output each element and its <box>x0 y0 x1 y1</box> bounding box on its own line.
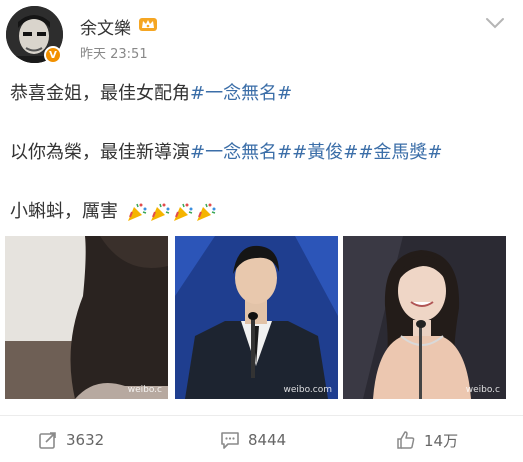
footer-divider <box>0 415 523 416</box>
comment-count: 8444 <box>248 431 287 449</box>
comment-button[interactable]: 8444 <box>220 428 286 452</box>
emoji-row <box>126 201 217 223</box>
like-count: 14万 <box>424 431 459 450</box>
post-text: 恭喜金姐，最佳女配角 <box>10 83 190 104</box>
post-line-1: 恭喜金姐，最佳女配角#一念無名# <box>10 82 292 106</box>
party-popper-icon <box>196 203 216 221</box>
post-timestamp[interactable]: 昨天 23:51 <box>80 43 148 62</box>
post-text: 小蝌蚪，厲害 <box>10 201 118 222</box>
party-popper-icon <box>150 203 170 221</box>
photo-woman-smiling[interactable]: weibo.c <box>343 236 506 399</box>
party-popper-icon <box>173 203 193 221</box>
photo-man-podium[interactable]: weibo.com <box>175 236 338 399</box>
post-line-2: 以你為榮，最佳新導演#一念無名##黃俊##金馬獎# <box>10 141 443 165</box>
hashtag-link[interactable]: #一念無名# <box>190 83 292 104</box>
photo-man-podium-image <box>175 236 338 399</box>
photo-woman-smiling-image <box>343 236 506 399</box>
username[interactable]: 余文樂 <box>80 14 131 39</box>
party-popper-icon <box>127 203 147 221</box>
member-crown-icon[interactable] <box>138 14 158 34</box>
repost-count: 3632 <box>66 431 105 449</box>
photo-woman-back-image <box>5 236 168 399</box>
watermark: weibo.c <box>127 385 162 395</box>
verified-badge-icon: V <box>44 46 62 64</box>
post-text: 以你為榮，最佳新導演 <box>10 142 190 163</box>
thumbs-up-icon <box>397 431 415 449</box>
repost-button[interactable]: 3632 <box>38 428 104 452</box>
post-line-3: 小蝌蚪，厲害 <box>10 200 217 224</box>
repost-icon <box>39 432 56 449</box>
watermark: weibo.com <box>283 385 332 395</box>
weibo-post: V 余文樂 昨天 23:51 恭喜金姐，最佳女配角#一念無名# 以你為榮，最佳新… <box>0 0 523 462</box>
hashtag-link[interactable]: #一念無名##黃俊##金馬獎# <box>190 142 443 163</box>
chevron-down-icon[interactable] <box>485 16 505 30</box>
like-button[interactable]: 14万 <box>396 428 458 452</box>
photo-woman-back[interactable]: weibo.c <box>5 236 168 399</box>
watermark: weibo.c <box>465 385 500 395</box>
comment-icon <box>221 432 239 449</box>
